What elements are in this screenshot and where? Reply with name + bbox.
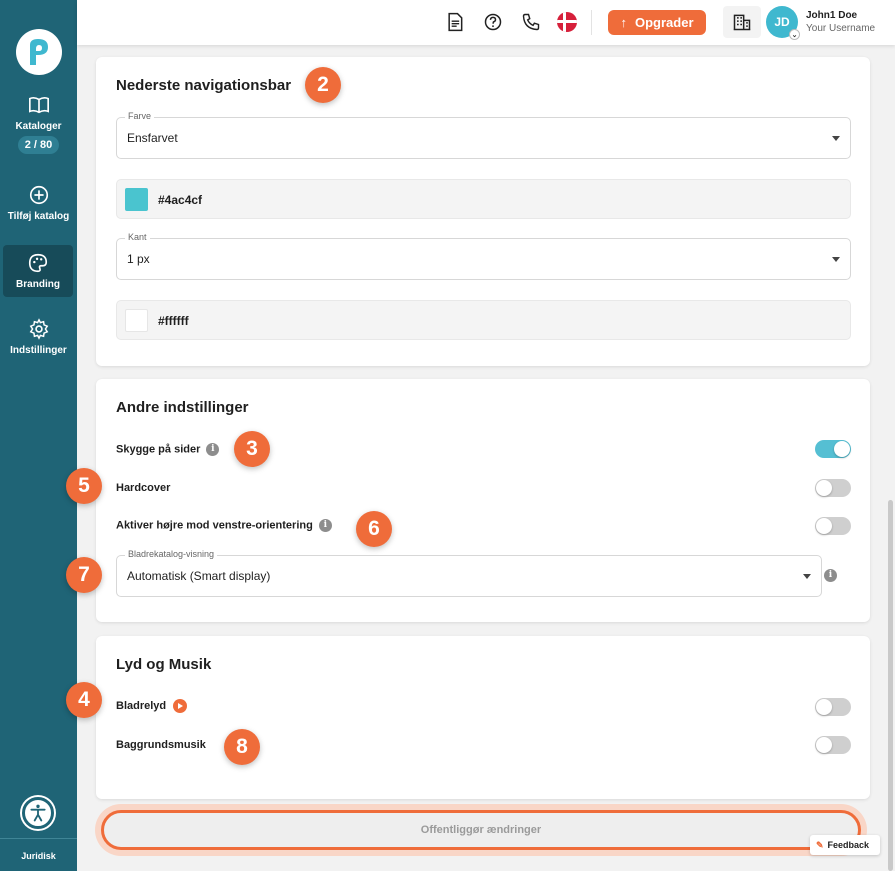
background-music-toggle[interactable]: [815, 736, 851, 754]
scrollbar[interactable]: [888, 500, 893, 871]
catalog-count-badge: 2 / 80: [17, 136, 60, 154]
upgrade-label: Opgrader: [634, 15, 694, 30]
chevron-down-icon: ⌄: [789, 29, 800, 40]
flipbook-view-select[interactable]: Bladrekatalog-visning Automatisk (Smart …: [116, 549, 822, 597]
sidebar-item-indstillinger[interactable]: Indstillinger: [0, 318, 77, 356]
section-title: Nederste navigationsbar: [116, 77, 292, 94]
step-badge: 6: [356, 511, 392, 547]
feedback-button[interactable]: ✎ Feedback: [810, 835, 880, 855]
color-type-select[interactable]: Farve Ensfarvet: [116, 111, 851, 159]
sidebar-item-kataloger[interactable]: Kataloger 2 / 80: [0, 94, 77, 154]
info-icon[interactable]: i: [206, 443, 220, 456]
step-badge: 4: [66, 682, 102, 718]
help-icon[interactable]: [483, 12, 503, 32]
page-sound-setting: Bladrelyd: [116, 699, 188, 713]
play-icon[interactable]: [173, 699, 188, 713]
shadow-setting: Skygge på sider i: [116, 443, 220, 456]
color-hex-value: #ffffff: [158, 314, 189, 328]
publish-button[interactable]: Offentliggør ændringer: [101, 810, 861, 850]
top-bar: ↑ Opgrader JD ⌄ John1 Doe Your Username: [77, 0, 895, 45]
sidebar-item-label: Branding: [16, 279, 60, 290]
toggle-knob: [816, 518, 832, 534]
color-swatch[interactable]: [125, 188, 148, 211]
border-width-select[interactable]: Kant 1 px: [116, 232, 851, 280]
color-hex-value: #4ac4cf: [158, 193, 203, 207]
border-color-picker[interactable]: #ffffff: [116, 300, 851, 340]
info-icon[interactable]: i: [318, 519, 332, 532]
field-label: Bladrekatalog-visning: [125, 549, 218, 559]
user-name: John1 Doe: [806, 10, 858, 21]
accessibility-icon: [30, 804, 46, 822]
app-logo[interactable]: [16, 29, 62, 75]
feedback-icon: ✎: [816, 839, 824, 850]
toggle-knob: [816, 737, 832, 753]
logo-icon: [30, 39, 48, 65]
shadow-toggle[interactable]: [815, 440, 851, 458]
divider: [591, 10, 592, 35]
sidebar-item-tilfoej-katalog[interactable]: Tilføj katalog: [0, 184, 77, 222]
rtl-toggle[interactable]: [815, 517, 851, 535]
avatar-initials: JD: [774, 15, 790, 29]
sound-card: Lyd og Musik Bladrelyd Baggrundsmusik: [96, 636, 870, 799]
avatar[interactable]: JD ⌄: [766, 6, 800, 40]
organization-button[interactable]: [723, 6, 761, 38]
danish-flag-icon[interactable]: [557, 12, 577, 32]
building-icon: [733, 14, 751, 31]
setting-label: Skygge på sider: [116, 443, 201, 456]
sidebar-item-label: Indstillinger: [10, 345, 67, 356]
section-title: Lyd og Musik: [116, 656, 212, 673]
toggle-knob: [834, 441, 850, 457]
rtl-setting: Aktiver højre mod venstre-orientering i: [116, 519, 332, 532]
field-label: Farve: [125, 111, 155, 121]
setting-label: Aktiver højre mod venstre-orientering: [116, 519, 313, 532]
legal-link[interactable]: Juridisk: [0, 838, 77, 871]
upgrade-button[interactable]: ↑ Opgrader: [608, 10, 706, 35]
background-music-label: Baggrundsmusik: [116, 739, 206, 751]
section-title: Andre indstillinger: [116, 399, 249, 416]
sidebar: Kataloger 2 / 80 Tilføj katalog Branding…: [0, 0, 77, 871]
palette-icon: [28, 253, 48, 273]
sidebar-item-label: Tilføj katalog: [7, 211, 70, 222]
document-icon[interactable]: [445, 12, 465, 32]
step-badge: 3: [234, 431, 270, 467]
step-badge: 5: [66, 468, 102, 504]
field-value: Ensfarvet: [127, 131, 178, 145]
bottom-navbar-card: Nederste navigationsbar Farve Ensfarvet …: [96, 57, 870, 366]
other-settings-card: Andre indstillinger Skygge på sider i Har…: [96, 379, 870, 622]
page-sound-toggle[interactable]: [815, 698, 851, 716]
step-badge: 8: [224, 729, 260, 765]
step-badge: 2: [305, 67, 341, 103]
sidebar-item-branding[interactable]: Branding: [3, 245, 73, 297]
hardcover-toggle[interactable]: [815, 479, 851, 497]
caret-down-icon: [832, 136, 840, 141]
toggle-knob: [816, 480, 832, 496]
caret-down-icon: [832, 257, 840, 262]
color-swatch[interactable]: [125, 309, 148, 332]
sidebar-item-label: Kataloger: [15, 121, 62, 132]
field-value: 1 px: [127, 252, 150, 266]
plus-circle-icon: [29, 185, 48, 205]
navbar-color-picker[interactable]: #4ac4cf: [116, 179, 851, 219]
book-open-icon: [28, 97, 49, 114]
arrow-up-icon: ↑: [620, 15, 627, 30]
field-value: Automatisk (Smart display): [127, 569, 271, 583]
feedback-label: Feedback: [827, 840, 870, 850]
step-badge: 7: [66, 557, 102, 593]
field-label: Kant: [125, 232, 150, 242]
setting-label: Bladrelyd: [116, 699, 167, 712]
hardcover-label: Hardcover: [116, 482, 171, 494]
toggle-knob: [816, 699, 832, 715]
phone-icon[interactable]: [521, 12, 541, 32]
publish-highlight: Offentliggør ændringer: [95, 804, 867, 856]
caret-down-icon: [803, 574, 811, 579]
accessibility-button[interactable]: [22, 797, 54, 829]
info-icon[interactable]: i: [824, 569, 837, 582]
user-username: Your Username: [806, 23, 876, 34]
gear-icon: [29, 318, 48, 340]
